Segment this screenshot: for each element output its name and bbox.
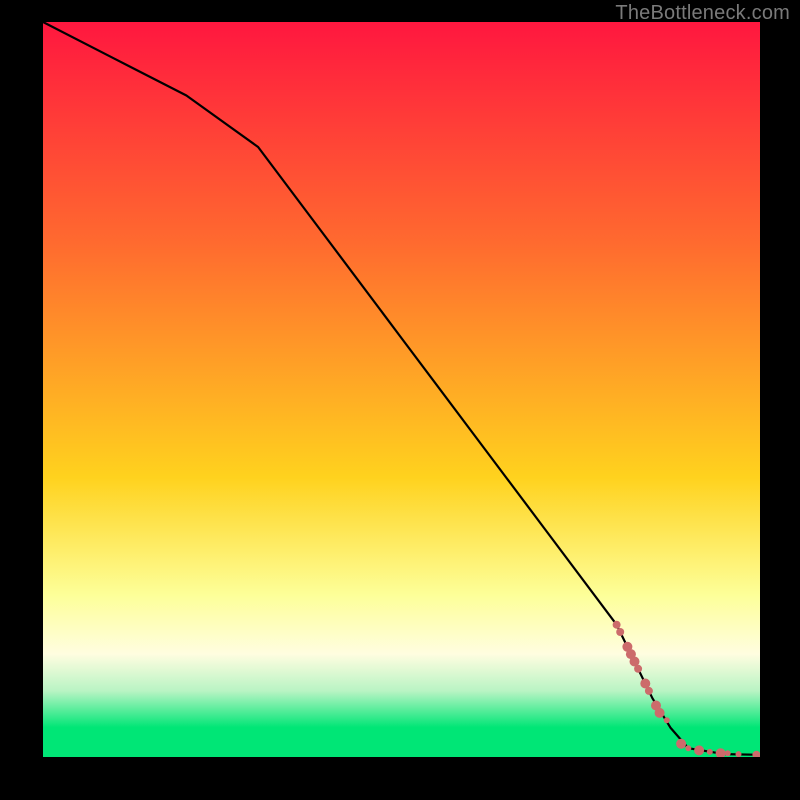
marker-group: [613, 621, 760, 757]
marker-dot: [645, 687, 653, 695]
marker-dot: [725, 750, 731, 756]
marker-dot: [752, 751, 760, 757]
marker-dot: [664, 717, 670, 723]
curve-line: [43, 22, 760, 755]
chart-overlay: [43, 22, 760, 757]
marker-dot: [716, 748, 726, 757]
marker-dot: [613, 621, 621, 629]
marker-dot: [634, 665, 642, 673]
marker-dot: [736, 751, 742, 757]
marker-dot: [655, 708, 665, 718]
marker-dot: [694, 745, 704, 755]
marker-dot: [676, 739, 686, 749]
chart-frame: TheBottleneck.com: [0, 0, 800, 800]
marker-dot: [685, 745, 691, 751]
marker-dot: [616, 628, 624, 636]
marker-dot: [707, 749, 713, 755]
attribution-label: TheBottleneck.com: [615, 2, 790, 25]
